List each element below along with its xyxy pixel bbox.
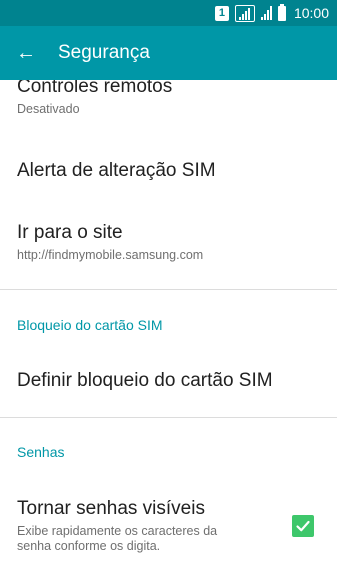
divider <box>0 417 337 418</box>
visible-passwords-desc-line2: senha conforme os digita. <box>17 539 161 553</box>
signal-bars-icon <box>260 6 272 20</box>
remote-controls-subtitle: Desativado <box>17 102 80 116</box>
sim-slot-label: 1 <box>218 7 226 19</box>
visible-passwords-desc-line1: Exibe rapidamente os caracteres da <box>17 524 218 538</box>
go-to-site-url: http://findmymobile.samsung.com <box>17 248 204 262</box>
remote-controls-title: Controles remotos <box>17 80 173 97</box>
back-arrow-icon[interactable]: ← <box>16 43 44 63</box>
page-title: Segurança <box>58 42 150 63</box>
sim-change-alert-title: Alerta de alteração SIM <box>17 160 216 181</box>
set-sim-lock-item[interactable]: Definir bloqueio do cartão SIM <box>0 370 337 392</box>
passwords-section-header: Senhas <box>17 444 65 460</box>
status-bar: 1 10:00 <box>0 0 337 26</box>
sim-lock-section-header: Bloqueio do cartão SIM <box>17 317 163 333</box>
clock: 10:00 <box>293 5 329 21</box>
divider <box>0 289 337 290</box>
remote-controls-item[interactable]: Controles remotos Desativado <box>0 80 337 116</box>
settings-list[interactable]: Controles remotos Desativado Alerta de a… <box>0 80 337 562</box>
visible-passwords-checkbox[interactable] <box>292 515 314 537</box>
sim-change-alert-item[interactable]: Alerta de alteração SIM <box>0 160 337 182</box>
signal-strength-icon <box>234 4 255 22</box>
sim-card-icon: 1 <box>214 5 229 21</box>
visible-passwords-title: Tornar senhas visíveis <box>17 498 205 519</box>
set-sim-lock-title: Definir bloqueio do cartão SIM <box>17 370 273 391</box>
go-to-site-title: Ir para o site <box>17 222 123 243</box>
battery-icon <box>277 3 286 21</box>
visible-passwords-item[interactable]: Tornar senhas visíveis Exibe rapidamente… <box>0 498 337 553</box>
app-bar: ← Segurança <box>0 26 337 80</box>
checkmark-icon <box>296 520 310 532</box>
go-to-site-item[interactable]: Ir para o site http://findmymobile.samsu… <box>0 222 337 262</box>
